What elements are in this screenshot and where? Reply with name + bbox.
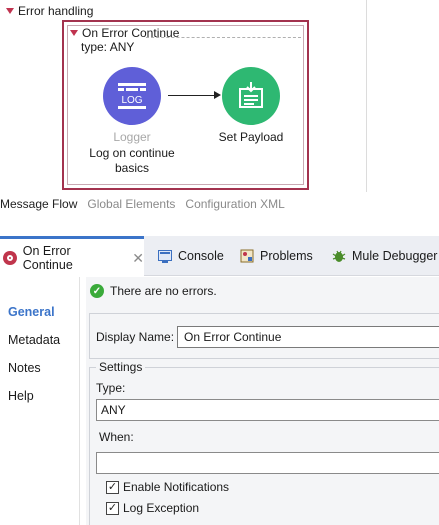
tab-problems-label: Problems	[260, 249, 313, 263]
tab-console-label: Console	[178, 249, 224, 263]
flow-arrow-line	[168, 95, 216, 96]
display-name-label: Display Name:	[96, 330, 175, 344]
check-icon: ✓	[90, 284, 104, 298]
svg-text:LOG: LOG	[121, 95, 142, 106]
close-icon[interactable]: ✕	[132, 250, 144, 267]
set-payload-icon	[239, 82, 263, 108]
logger-type-label: Logger	[113, 130, 151, 144]
enable-notifications-row[interactable]: ✓ Enable Notifications	[106, 480, 229, 494]
tab-on-error-continue-label: On Error Continue	[22, 244, 73, 272]
tab-mule-debugger-label: Mule Debugger	[352, 249, 438, 263]
debugger-icon	[332, 250, 346, 262]
error-handling-header[interactable]: Error handling	[6, 4, 93, 18]
set-payload-node[interactable]	[222, 67, 280, 125]
status-row: ✓ There are no errors.	[90, 284, 217, 298]
panel-tab-bar: On Error Continue ✕ Console Problems Mul…	[0, 236, 439, 277]
properties-side-nav: General Metadata Notes Help	[0, 277, 80, 525]
nav-help[interactable]: Help	[8, 389, 34, 403]
tab-global-elements[interactable]: Global Elements	[87, 197, 175, 219]
log-exception-checkbox[interactable]: ✓	[106, 501, 119, 515]
flow-canvas: Error handling On Error Continue type: A…	[0, 0, 439, 192]
enable-notifications-label: Enable Notifications	[123, 480, 230, 494]
log-exception-row[interactable]: ✓ Log Exception	[106, 501, 199, 515]
scope-collapse-triangle-icon[interactable]	[70, 30, 78, 36]
on-error-continue-scope[interactable]: On Error Continue type: ANY LOG Logger L…	[62, 20, 309, 190]
display-name-group: Display Name:	[89, 313, 439, 359]
status-text: There are no errors.	[110, 284, 217, 298]
tab-problems[interactable]: Problems	[240, 236, 313, 276]
enable-notifications-checkbox[interactable]: ✓	[106, 480, 119, 494]
collapse-triangle-icon[interactable]	[6, 8, 14, 14]
settings-title: Settings	[96, 360, 146, 374]
nav-general[interactable]: General	[8, 305, 55, 319]
error-handler-icon	[3, 251, 17, 265]
when-input[interactable]	[96, 452, 439, 474]
tab-message-flow[interactable]: Message Flow	[0, 197, 77, 219]
log-icon: LOG	[118, 83, 146, 109]
properties-content: ✓ There are no errors. Display Name: Set…	[86, 277, 439, 525]
console-icon	[158, 249, 172, 263]
when-label: When:	[99, 430, 134, 444]
logger-label: Log on continue basics	[89, 146, 175, 175]
log-exception-label: Log Exception	[123, 501, 200, 515]
type-label: Type:	[96, 381, 126, 395]
scope-type-label: type: ANY	[81, 40, 135, 54]
tab-configuration-xml[interactable]: Configuration XML	[185, 197, 284, 219]
editor-tab-bar: Message Flow Global Elements Configurati…	[0, 197, 285, 219]
settings-group: Settings Type: When: ✓ Enable Notificati…	[89, 360, 439, 525]
tab-on-error-continue[interactable]: On Error Continue ✕	[0, 236, 144, 277]
problems-icon	[240, 249, 254, 263]
error-handling-title: Error handling	[18, 4, 94, 18]
nav-metadata[interactable]: Metadata	[8, 333, 60, 347]
tab-mule-debugger[interactable]: Mule Debugger	[332, 236, 437, 276]
set-payload-label: Set Payload	[218, 130, 284, 144]
nav-notes[interactable]: Notes	[8, 361, 41, 375]
flow-arrow-head	[214, 91, 221, 99]
scope-divider	[146, 37, 301, 38]
logger-node[interactable]: LOG	[103, 67, 161, 125]
canvas-divider	[366, 0, 367, 192]
tab-console[interactable]: Console	[158, 236, 224, 276]
type-input[interactable]	[96, 399, 439, 421]
display-name-input[interactable]	[177, 326, 439, 348]
